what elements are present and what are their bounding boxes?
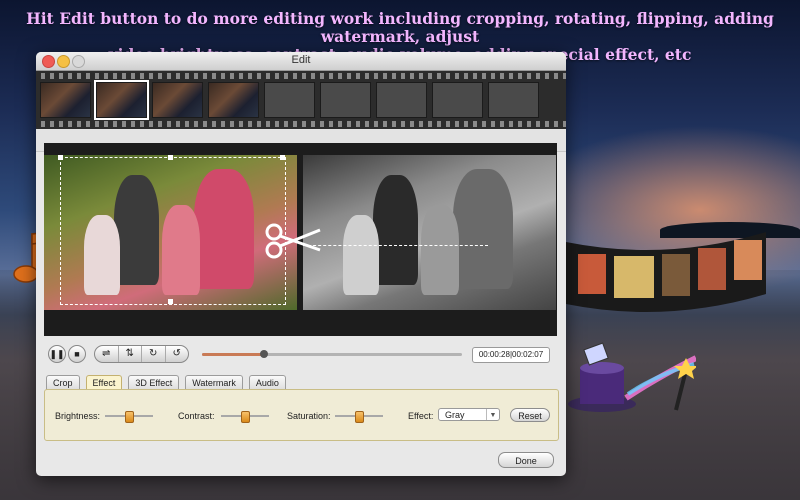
film-holes-top [36,73,566,79]
tab-crop[interactable]: Crop [46,375,80,390]
transform-buttons: ⇌ ⇅ ↻ ↺ [94,345,189,363]
output-preview [303,155,556,310]
empty-thumbnail[interactable] [488,82,539,118]
crop-handle[interactable] [168,155,173,160]
effect-select[interactable]: Gray ▼ [438,408,500,421]
rotate-right-icon[interactable]: ↻ [142,346,166,362]
stop-icon[interactable]: ■ [68,345,86,363]
thumbnail-frames [40,80,539,120]
reset-button[interactable]: Reset [510,408,550,422]
crop-handle[interactable] [168,299,173,304]
effect-select-value: Gray [445,410,465,420]
effect-label: Effect: [408,411,434,421]
film-holes-bottom [36,121,566,127]
empty-thumbnail[interactable] [432,82,483,118]
original-preview [44,155,297,310]
crop-handle[interactable] [58,155,63,160]
scissors-icon [265,223,321,259]
rotate-left-icon[interactable]: ↺ [166,346,189,362]
film-strip-decoration [566,232,766,312]
tab-3d-effect[interactable]: 3D Effect [128,375,180,390]
edit-tabs: Crop Effect 3D Effect Watermark Audio [46,375,286,390]
window-title: Edit [291,54,311,66]
person-figure [373,175,418,285]
saturation-knob[interactable] [355,411,364,423]
tab-effect[interactable]: Effect [85,375,123,390]
brightness-label: Brightness: [55,411,101,421]
crop-handle[interactable] [280,155,285,160]
timeline-knob[interactable] [260,350,269,358]
magic-hat-icon [568,342,696,412]
empty-thumbnail[interactable] [320,82,371,118]
flip-vertical-icon[interactable]: ⇅ [119,346,142,362]
brightness-knob[interactable] [125,411,134,423]
video-thumbnail[interactable] [94,80,149,120]
tab-watermark[interactable]: Watermark [185,375,243,390]
pause-icon[interactable]: ❚❚ [48,345,66,363]
saturation-slider[interactable] [335,411,383,423]
brightness-slider[interactable] [105,411,153,423]
empty-thumbnail[interactable] [264,82,315,118]
thumbnail-strip [36,71,566,129]
saturation-label: Saturation: [287,411,331,421]
flip-horizontal-icon[interactable]: ⇌ [95,346,119,362]
contrast-label: Contrast: [178,411,215,421]
effect-panel: Brightness: Contrast: Saturation: Effect… [44,389,559,441]
time-display: 00:00:28|00:02:07 [472,347,550,363]
tab-audio[interactable]: Audio [248,375,286,390]
timeline-progress [202,353,265,356]
done-button[interactable]: Done [498,452,554,468]
headline-line-1: Hit Edit button to do more editing work … [26,9,774,46]
person-figure [343,215,379,295]
playback-controls: ❚❚ ■ ⇌ ⇅ ↻ ↺ 00:00:28|00:02:07 [36,340,566,370]
person-figure [421,205,459,295]
video-thumbnail[interactable] [208,82,259,118]
edit-window: Edit ❚❚ ■ ⇌ ⇅ ↻ ↺ 00:00:28|00:02:07 Crop… [36,52,566,476]
video-thumbnail[interactable] [152,82,203,118]
contrast-slider[interactable] [221,411,269,423]
video-thumbnail[interactable] [40,82,91,118]
chevron-down-icon: ▼ [486,409,499,420]
contrast-knob[interactable] [241,411,250,423]
crop-box[interactable] [60,157,286,305]
title-bar: Edit [36,52,566,71]
crop-guide [303,245,488,246]
person-figure [453,169,513,289]
timeline-slider[interactable] [202,350,462,358]
empty-thumbnail[interactable] [376,82,427,118]
